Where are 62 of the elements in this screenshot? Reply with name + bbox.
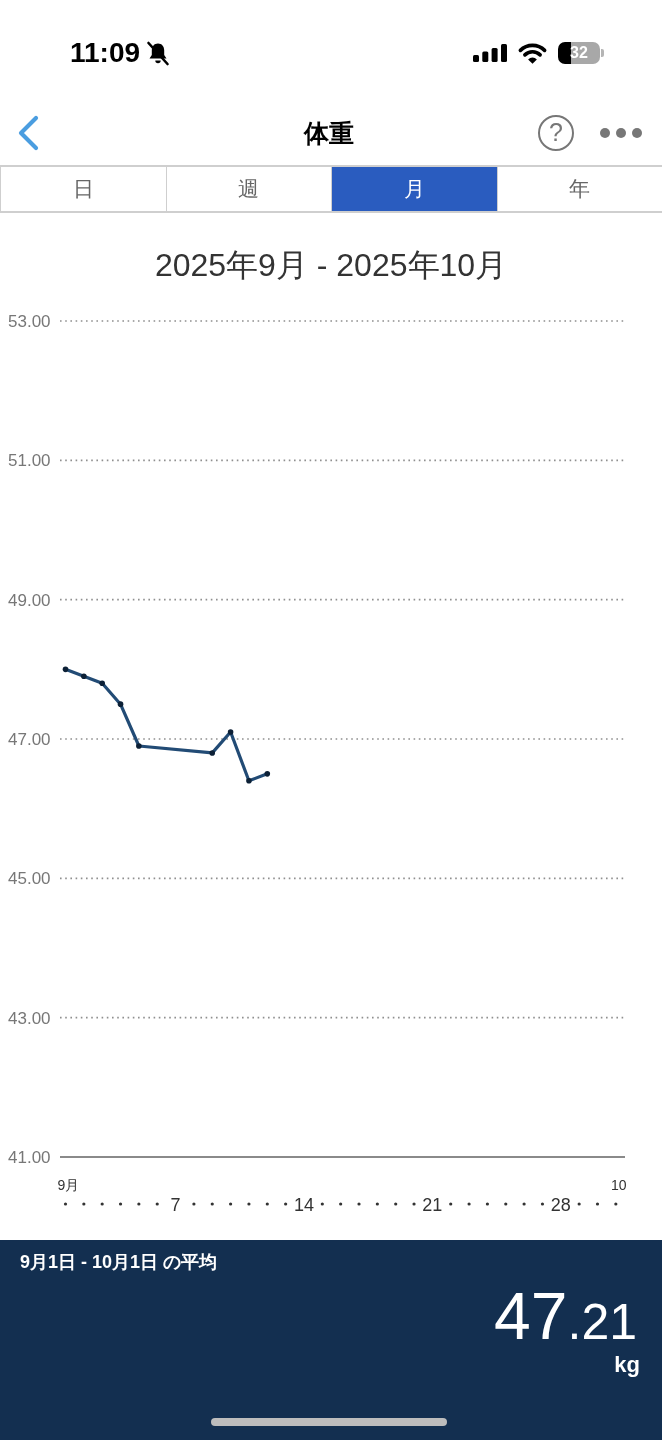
data-point bbox=[81, 673, 87, 680]
data-point bbox=[209, 750, 216, 756]
x-axis-label: 21 bbox=[422, 1195, 443, 1215]
axis-dot bbox=[284, 1202, 288, 1206]
x-axis-label: 28 bbox=[550, 1195, 571, 1215]
axis-dot bbox=[504, 1202, 508, 1206]
average-period-label: 9月1日 - 10月1日 の平均 bbox=[20, 1251, 218, 1274]
axis-dot bbox=[595, 1202, 600, 1206]
y-axis-label: 47.00 bbox=[8, 730, 51, 749]
axis-dot bbox=[394, 1202, 398, 1206]
back-button[interactable] bbox=[16, 114, 40, 151]
signal-icon bbox=[473, 44, 507, 62]
data-point bbox=[136, 743, 142, 749]
data-point bbox=[246, 778, 252, 784]
data-point bbox=[264, 771, 271, 777]
data-point bbox=[227, 729, 234, 735]
month-label: 9月 bbox=[57, 1177, 80, 1193]
data-point bbox=[99, 680, 105, 687]
y-axis-label: 45.00 bbox=[8, 869, 51, 889]
axis-dot bbox=[265, 1202, 269, 1206]
y-axis-label: 53.00 bbox=[8, 312, 51, 331]
axis-dot bbox=[100, 1202, 104, 1206]
y-axis-label: 43.00 bbox=[8, 1008, 51, 1028]
bell-slash-icon bbox=[146, 40, 171, 66]
status-time: 11:09 bbox=[70, 37, 141, 69]
axis-dot bbox=[614, 1202, 618, 1206]
page-title: 体重 bbox=[304, 117, 354, 149]
axis-dot bbox=[63, 1202, 68, 1206]
axis-dot bbox=[577, 1202, 581, 1206]
axis-dot bbox=[467, 1202, 471, 1206]
y-axis-label: 51.00 bbox=[8, 451, 51, 471]
help-button[interactable]: ? bbox=[538, 114, 574, 151]
month-label: 10 bbox=[611, 1177, 627, 1193]
axis-dot bbox=[192, 1202, 196, 1206]
x-axis-label: 7 bbox=[170, 1195, 181, 1215]
axis-dot bbox=[540, 1202, 545, 1206]
axis-dot bbox=[210, 1202, 214, 1206]
axis-dot bbox=[137, 1202, 141, 1206]
y-axis-label: 49.00 bbox=[8, 590, 51, 610]
period-tab[interactable]: 月 bbox=[331, 167, 497, 211]
x-axis-label: 14 bbox=[293, 1195, 314, 1215]
date-range-title: 2025年9月 - 2025年10月 bbox=[154, 246, 508, 284]
axis-dot bbox=[412, 1202, 416, 1206]
axis-dot bbox=[449, 1202, 453, 1206]
axis-dot bbox=[339, 1202, 343, 1206]
wifi-icon bbox=[517, 42, 548, 64]
ellipsis-icon bbox=[600, 127, 642, 138]
axis-dot bbox=[357, 1202, 361, 1206]
data-point bbox=[117, 701, 124, 707]
axis-dot bbox=[229, 1202, 233, 1206]
axis-dot bbox=[485, 1202, 489, 1206]
data-point bbox=[62, 666, 69, 673]
chevron-left-icon bbox=[16, 114, 40, 151]
axis-dot bbox=[375, 1202, 379, 1206]
axis-dot bbox=[320, 1202, 324, 1206]
y-axis-label: 41.00 bbox=[8, 1148, 51, 1167]
axis-dot bbox=[118, 1202, 123, 1206]
more-button[interactable] bbox=[600, 127, 642, 138]
axis-dot bbox=[522, 1202, 526, 1206]
axis-dot bbox=[82, 1202, 86, 1206]
axis-dot bbox=[155, 1202, 159, 1206]
axis-dot bbox=[247, 1202, 251, 1206]
